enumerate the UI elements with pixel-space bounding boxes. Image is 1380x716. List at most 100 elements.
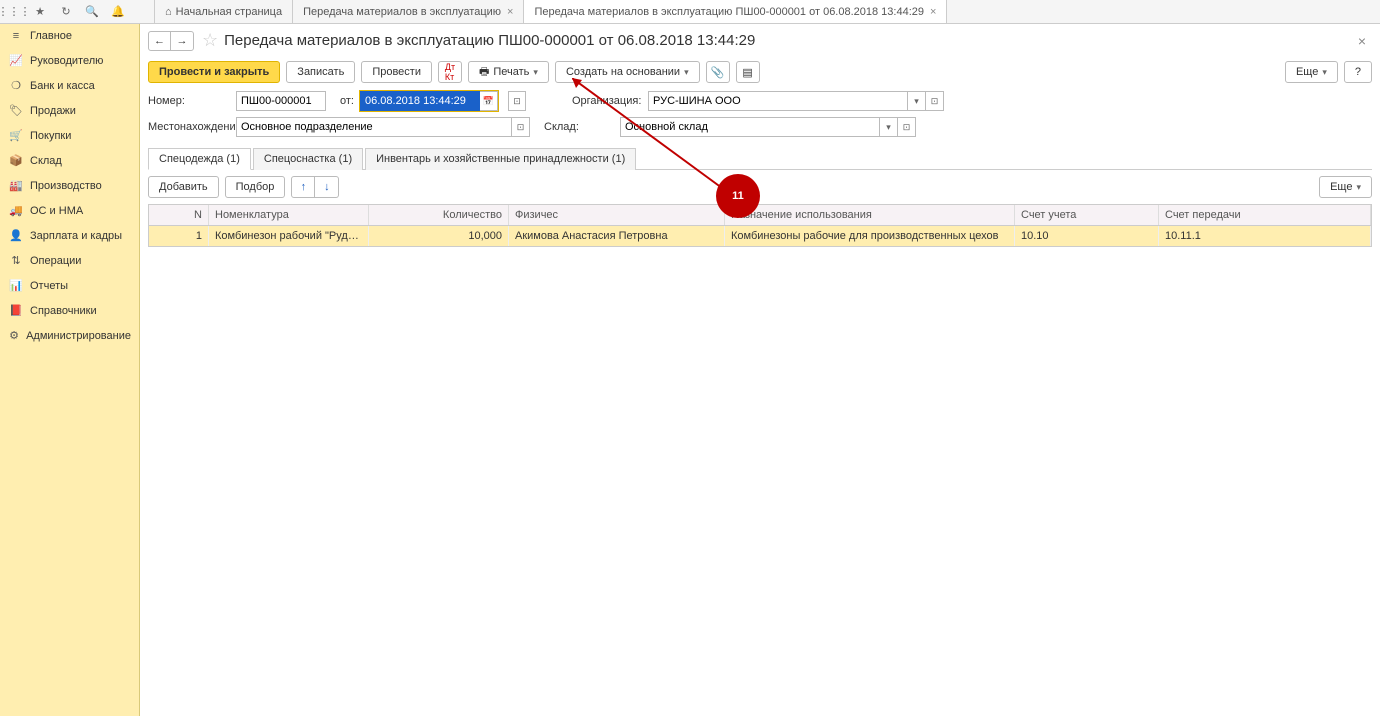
number-input[interactable] xyxy=(236,91,326,111)
subtab-inventory[interactable]: Инвентарь и хозяйственные принадлежности… xyxy=(365,148,636,170)
warehouse-input[interactable] xyxy=(620,117,880,137)
th-account[interactable]: Счет учета xyxy=(1015,205,1159,225)
sidebar-item-assets[interactable]: 🚚 ОС и НМА xyxy=(0,198,139,223)
report-button[interactable]: ▤ xyxy=(736,61,760,83)
sidebar-item-label: Зарплата и кадры xyxy=(30,230,122,242)
dropdown-icon[interactable]: ▾ xyxy=(908,91,926,111)
star-icon[interactable]: ★ xyxy=(30,2,50,22)
button-label: Добавить xyxy=(159,181,208,193)
sidebar-item-warehouse[interactable]: 📦Склад xyxy=(0,148,139,173)
sidebar-item-label: Покупки xyxy=(30,130,71,142)
th-quantity[interactable]: Количество xyxy=(369,205,509,225)
sidebar-item-label: Банк и касса xyxy=(30,80,95,92)
attach-button[interactable]: 📎 xyxy=(706,61,730,83)
subtab-clothing[interactable]: Спецодежда (1) xyxy=(148,148,251,170)
sidebar-item-label: Отчеты xyxy=(30,280,68,292)
gear-icon: ⚙ xyxy=(8,329,20,342)
tab-list[interactable]: Передача материалов в эксплуатацию × xyxy=(293,0,524,23)
bell-icon[interactable]: 🔔 xyxy=(108,2,128,22)
location-input[interactable] xyxy=(236,117,512,137)
sidebar-item-manager[interactable]: 📈Руководителю xyxy=(0,48,139,73)
subtab-label: Спецодежда (1) xyxy=(159,153,240,165)
date-input[interactable] xyxy=(360,91,480,111)
select-button[interactable]: Подбор xyxy=(225,176,286,198)
open-icon[interactable]: ⊡ xyxy=(926,91,944,111)
sidebar-item-reports[interactable]: 📊 Отчеты xyxy=(0,273,139,298)
td-account: 10.10 xyxy=(1015,226,1159,246)
topbar: ⋮⋮⋮ ★ ↻ 🔍 🔔 ⌂ Начальная страница Передач… xyxy=(0,0,1380,24)
table-row[interactable]: 1 Комбинезон рабочий "Рудокоп... 10,000 … xyxy=(149,226,1371,246)
button-label: Провести xyxy=(372,66,421,78)
org-input[interactable] xyxy=(648,91,908,111)
tab-home[interactable]: ⌂ Начальная страница xyxy=(154,0,293,23)
move-up-button[interactable]: ↑ xyxy=(291,176,315,198)
search-icon[interactable]: 🔍 xyxy=(82,2,102,22)
caret-icon: ▾ xyxy=(533,67,538,78)
nav-buttons: ← → xyxy=(148,31,194,51)
close-icon[interactable]: × xyxy=(930,6,936,18)
warehouse-field-wrap: ▾ ⊡ xyxy=(620,117,916,137)
save-button[interactable]: Записать xyxy=(286,61,355,83)
date-label: от: xyxy=(340,95,354,107)
forward-button[interactable]: → xyxy=(171,32,193,50)
table-more-button[interactable]: Еще▾ xyxy=(1319,176,1372,198)
sidebar-item-references[interactable]: 📕Справочники xyxy=(0,298,139,323)
person-icon: 👤 xyxy=(8,229,24,242)
sidebar-item-bank[interactable]: ❍Банк и касса xyxy=(0,73,139,98)
sidebar-item-purchases[interactable]: 🛒 Покупки xyxy=(0,123,139,148)
subtab-label: Инвентарь и хозяйственные принадлежности… xyxy=(376,153,625,165)
titlebar: ← → ☆ Передача материалов в эксплуатацию… xyxy=(140,24,1380,57)
dt-kt-button[interactable]: ДтКт xyxy=(438,61,462,83)
button-label: Подбор xyxy=(236,181,275,193)
sidebar-item-label: Главное xyxy=(30,30,72,42)
page-title: Передача материалов в эксплуатацию ПШ00-… xyxy=(224,32,755,49)
expand-icon[interactable]: ⊡ xyxy=(508,91,526,111)
move-down-button[interactable]: ↓ xyxy=(315,176,339,198)
tab-label: Передача материалов в эксплуатацию ПШ00-… xyxy=(534,6,924,18)
truck-icon: 🚚 xyxy=(8,204,24,217)
caret-icon: ▾ xyxy=(1356,182,1361,193)
sidebar: ≡Главное 📈Руководителю ❍Банк и касса 🏷Пр… xyxy=(0,24,140,716)
back-button[interactable]: ← xyxy=(149,32,171,50)
sidebar-item-admin[interactable]: ⚙Администрирование xyxy=(0,323,139,348)
bars-icon: 📊 xyxy=(8,279,24,292)
caret-icon: ▾ xyxy=(684,67,689,78)
favorite-icon[interactable]: ☆ xyxy=(202,30,218,51)
calendar-icon[interactable]: 📅 xyxy=(480,91,498,111)
close-page-button[interactable]: × xyxy=(1352,33,1372,49)
add-button[interactable]: Добавить xyxy=(148,176,219,198)
sidebar-item-label: ОС и НМА xyxy=(30,205,83,217)
help-button[interactable]: ? xyxy=(1344,61,1372,83)
sidebar-item-label: Руководителю xyxy=(30,55,103,67)
tab-document[interactable]: Передача материалов в эксплуатацию ПШ00-… xyxy=(524,0,947,23)
more-button[interactable]: Еще▾ xyxy=(1285,61,1338,83)
dropdown-icon[interactable]: ▾ xyxy=(880,117,898,137)
sidebar-item-production[interactable]: 🏭Производство xyxy=(0,173,139,198)
th-physical[interactable]: Физичес xyxy=(509,205,725,225)
location-field-wrap: ⊡ xyxy=(236,117,530,137)
create-based-button[interactable]: Создать на основании▾ xyxy=(555,61,700,83)
post-and-close-button[interactable]: Провести и закрыть xyxy=(148,61,280,83)
sidebar-item-main[interactable]: ≡Главное xyxy=(0,24,139,48)
th-transfer-account[interactable]: Счет передачи xyxy=(1159,205,1371,225)
button-label: Записать xyxy=(297,66,344,78)
post-button[interactable]: Провести xyxy=(361,61,432,83)
open-icon[interactable]: ⊡ xyxy=(512,117,530,137)
sidebar-item-label: Продажи xyxy=(30,105,76,117)
sidebar-item-hr[interactable]: 👤 Зарплата и кадры xyxy=(0,223,139,248)
th-n[interactable]: N xyxy=(149,205,209,225)
sidebar-item-sales[interactable]: 🏷Продажи xyxy=(0,98,139,123)
th-purpose[interactable]: Назначение использования xyxy=(725,205,1015,225)
cart-icon: 🛒 xyxy=(8,129,24,142)
sidebar-item-operations[interactable]: ⇅Операции xyxy=(0,248,139,273)
org-field-wrap: ▾ ⊡ xyxy=(648,91,944,111)
button-label: ? xyxy=(1355,66,1361,78)
apps-icon[interactable]: ⋮⋮⋮ xyxy=(4,2,24,22)
close-icon[interactable]: × xyxy=(507,6,513,18)
print-button[interactable]: 🖶Печать▾ xyxy=(468,61,549,83)
open-icon[interactable]: ⊡ xyxy=(898,117,916,137)
tab-label: Передача материалов в эксплуатацию xyxy=(303,6,501,18)
th-nomenclature[interactable]: Номенклатура xyxy=(209,205,369,225)
history-icon[interactable]: ↻ xyxy=(56,2,76,22)
subtab-tooling[interactable]: Спецоснастка (1) xyxy=(253,148,363,170)
